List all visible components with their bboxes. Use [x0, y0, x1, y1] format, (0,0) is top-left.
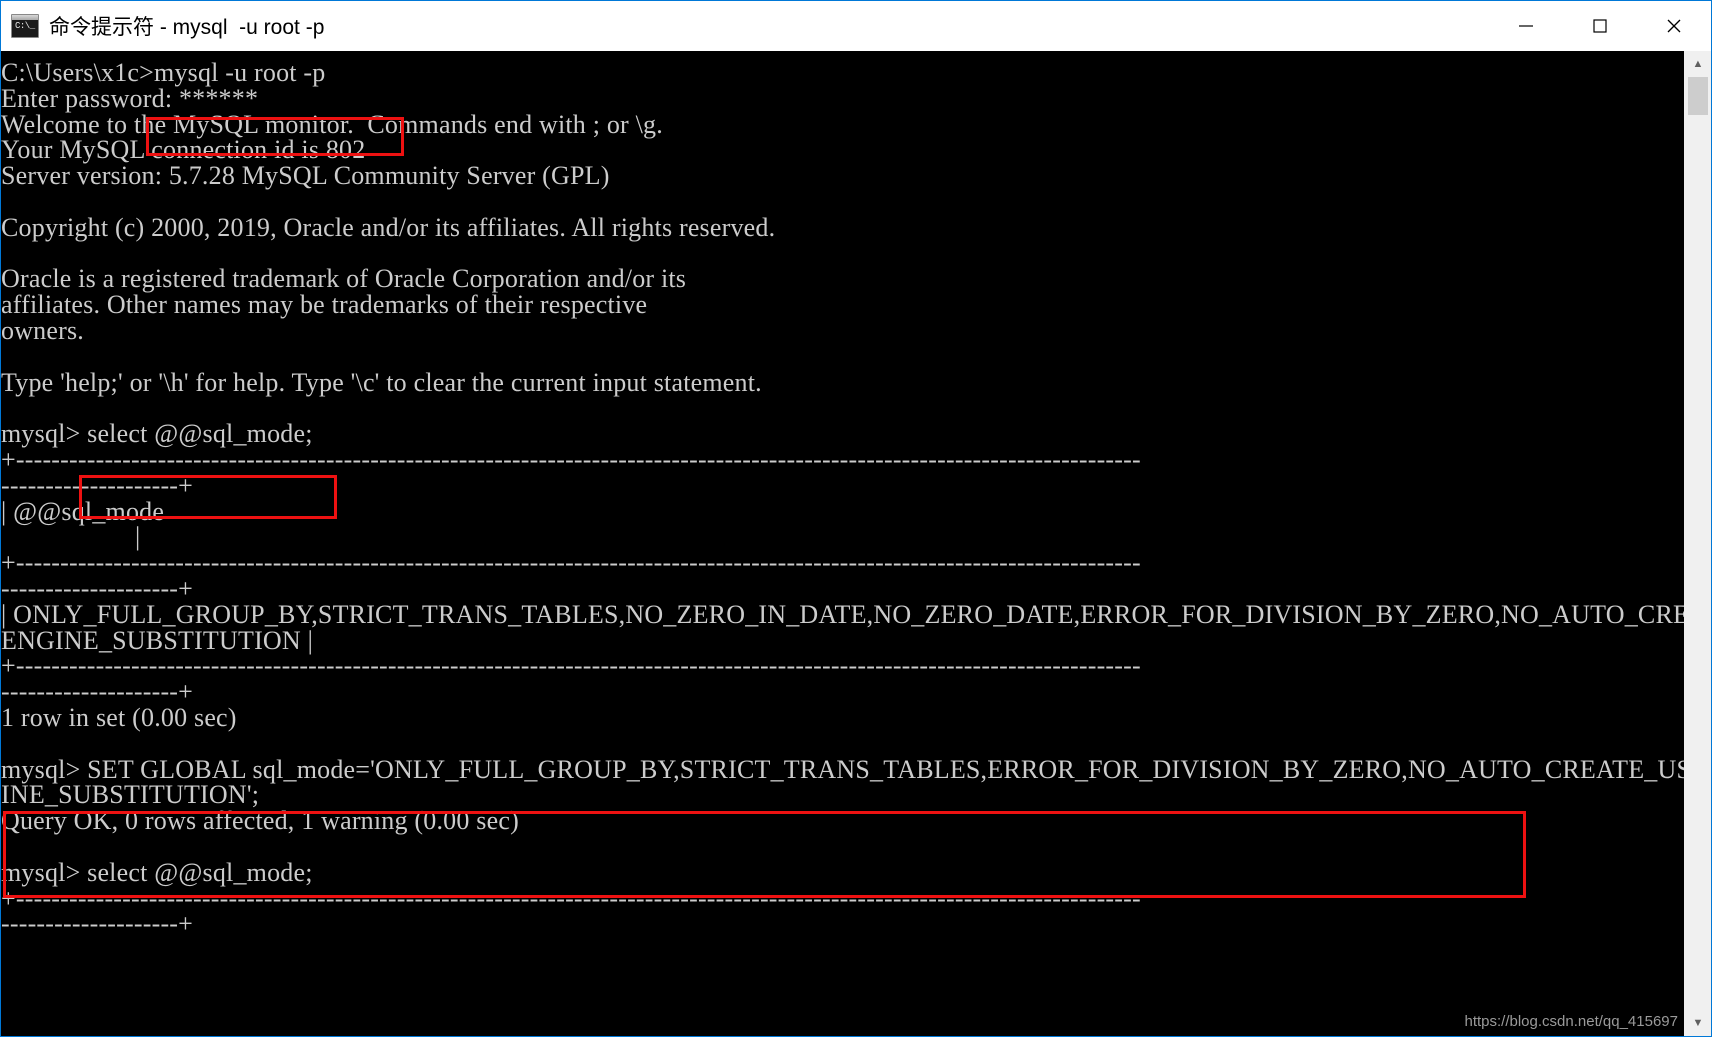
terminal-text: C:\Users\x1c>mysql -u root -p Enter passw…	[1, 60, 1684, 937]
command-prompt-window: C:\_ 命令提示符 - mysql -u root -p C:\Users\x…	[0, 0, 1712, 1037]
window-title: 命令提示符 - mysql -u root -p	[49, 15, 325, 39]
terminal-line: Welcome to the MySQL monitor. Commands e…	[1, 109, 663, 139]
terminal-output[interactable]: C:\Users\x1c>mysql -u root -p Enter passw…	[1, 51, 1684, 1036]
minimize-icon	[1519, 24, 1533, 27]
terminal-line: owners.	[1, 315, 84, 345]
terminal-line: affiliates. Other names may be trademark…	[1, 290, 648, 320]
terminal-line: ENGINE_SUBSTITUTION |	[1, 625, 313, 655]
console-area: C:\Users\x1c>mysql -u root -p Enter passw…	[1, 51, 1711, 1036]
terminal-line: mysql> SET GLOBAL sql_mode='ONLY_FULL_GR…	[1, 754, 1684, 784]
terminal-line: --------------------+	[1, 470, 194, 500]
terminal-line: | ONLY_FULL_GROUP_BY,STRICT_TRANS_TABLES…	[1, 599, 1684, 629]
close-button[interactable]	[1637, 1, 1711, 51]
terminal-line: Oracle is a registered trademark of Orac…	[1, 264, 687, 294]
caption-buttons	[1489, 1, 1711, 51]
title-bar[interactable]: C:\_ 命令提示符 - mysql -u root -p	[1, 1, 1711, 51]
terminal-line: Server version: 5.7.28 MySQL Community S…	[1, 161, 610, 191]
terminal-line: Copyright (c) 2000, 2019, Oracle and/or …	[1, 212, 776, 242]
terminal-line: +---------------------------------------…	[1, 444, 1141, 474]
terminal-line: --------------------+	[1, 677, 194, 707]
terminal-line: Your MySQL connection id is 802	[1, 135, 366, 165]
vertical-scrollbar[interactable]: ▲ ▼	[1684, 51, 1711, 1036]
terminal-line: C:\Users\x1c>mysql -u root -p	[1, 58, 326, 87]
terminal-line: +---------------------------------------…	[1, 883, 1141, 913]
maximize-icon	[1593, 18, 1607, 33]
minimize-button[interactable]	[1489, 1, 1563, 51]
terminal-line: Type 'help;' or '\h' for help. Type '\c'…	[1, 367, 762, 397]
terminal-line: +---------------------------------------…	[1, 651, 1141, 681]
terminal-line: mysql> select @@sql_mode;	[1, 419, 313, 449]
terminal-line: 1 row in set (0.00 sec)	[1, 702, 237, 732]
scrollbar-thumb[interactable]	[1688, 77, 1708, 115]
scroll-down-arrow-icon[interactable]: ▼	[1685, 1010, 1711, 1036]
scroll-up-arrow-icon[interactable]: ▲	[1685, 51, 1711, 77]
watermark-text: https://blog.csdn.net/qq_415697	[1464, 1013, 1678, 1030]
scrollbar-track[interactable]	[1685, 77, 1711, 1010]
terminal-line: --------------------+	[1, 909, 194, 939]
terminal-line: Query OK, 0 rows affected, 1 warning (0.…	[1, 806, 519, 836]
terminal-line: | @@sql_mode	[1, 496, 165, 526]
terminal-line: mysql> select @@sql_mode;	[1, 857, 313, 887]
terminal-line: --------------------+	[1, 573, 194, 603]
terminal-line: Enter password: ******	[1, 83, 259, 113]
terminal-line: +---------------------------------------…	[1, 548, 1141, 578]
maximize-button[interactable]	[1563, 1, 1637, 51]
cmd-icon-prompt-text: C:\_	[15, 20, 35, 31]
cmd-icon: C:\_	[11, 13, 39, 38]
close-icon	[1667, 19, 1681, 32]
terminal-line: |	[1, 522, 141, 552]
terminal-line: INE_SUBSTITUTION';	[1, 780, 260, 810]
